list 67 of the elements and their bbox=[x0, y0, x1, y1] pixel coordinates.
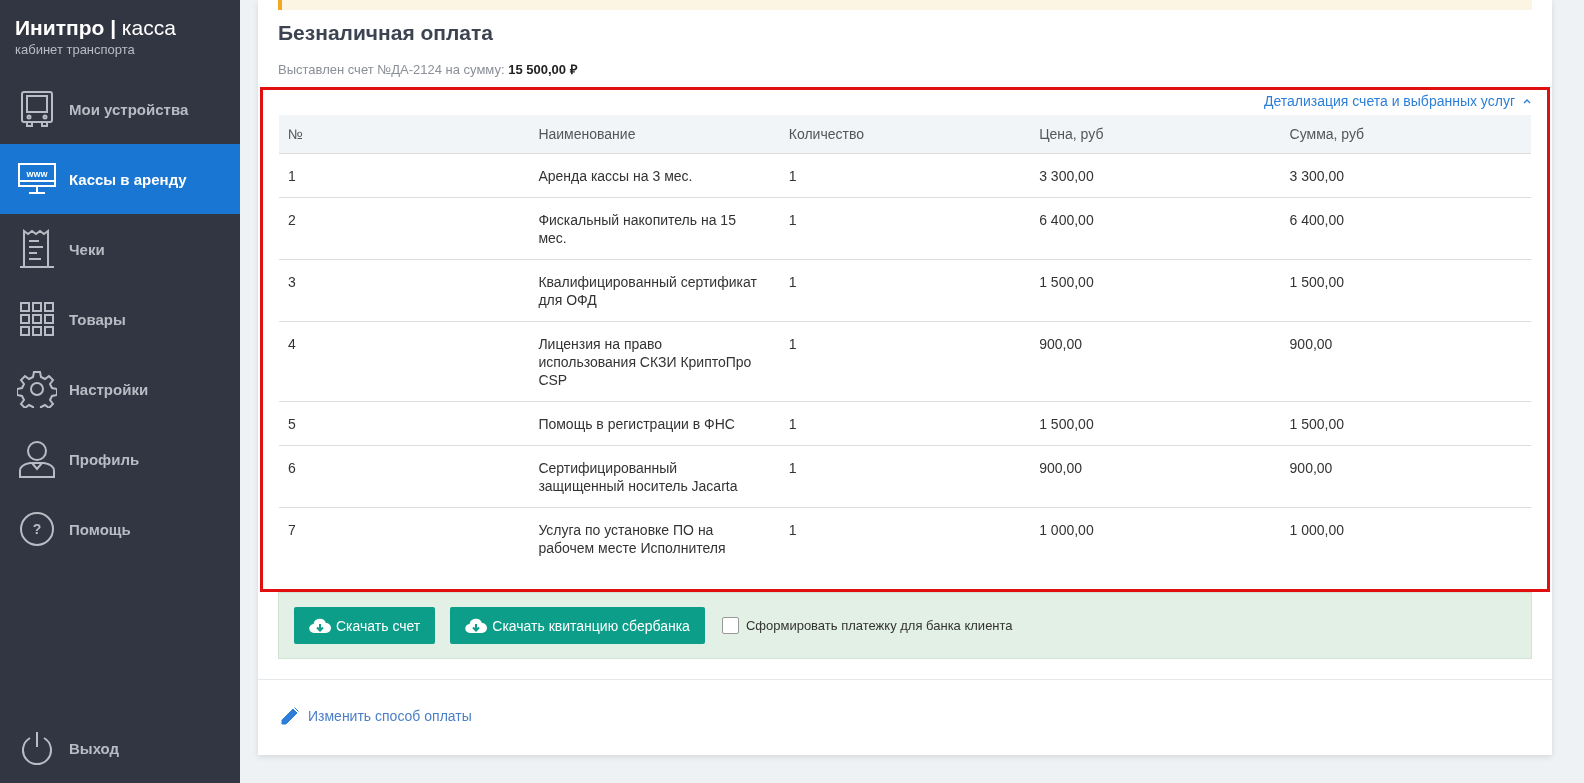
invoice-text: Выставлен счет №ДА-2124 на сумму: 15 500,00 ₽ bbox=[278, 61, 579, 78]
column-header: Сумма, руб bbox=[1280, 115, 1531, 154]
nav-item[interactable]: Товары bbox=[0, 284, 240, 354]
table-cell: Помощь в регистрации в ФНС bbox=[529, 401, 780, 446]
table-cell: 900,00 bbox=[1280, 321, 1531, 402]
table-cell: Сертифицированный защищенный носитель Jacarta bbox=[529, 445, 780, 508]
user-icon bbox=[17, 439, 57, 479]
table-cell: 3 bbox=[279, 259, 530, 322]
table-cell: 1 500,00 bbox=[1280, 259, 1531, 322]
column-header: Количество bbox=[779, 115, 1031, 154]
table-cell: 2 bbox=[279, 197, 530, 260]
column-header: Наименование bbox=[529, 115, 780, 154]
nav-item[interactable]: Настройки bbox=[0, 354, 240, 424]
table-cell: 6 400,00 bbox=[1280, 197, 1531, 260]
table-cell: 7 bbox=[279, 507, 530, 569]
nav-item[interactable]: www Кассы в аренду bbox=[0, 144, 240, 214]
table-cell: 4 bbox=[279, 321, 530, 402]
column-header: № bbox=[279, 115, 530, 154]
receipt-icon bbox=[17, 229, 57, 269]
table-cell: Квалифицированный сертификат для ОФД bbox=[529, 259, 780, 322]
nav-item[interactable]: Мои устройства bbox=[0, 74, 240, 144]
table-cell: 1 bbox=[779, 197, 1031, 260]
table-cell: 1 500,00 bbox=[1030, 259, 1281, 322]
table-cell: 900,00 bbox=[1280, 445, 1531, 508]
nav-item[interactable]: Чеки bbox=[0, 214, 240, 284]
cloud-download-icon bbox=[309, 617, 331, 634]
help-icon: ? bbox=[17, 511, 57, 547]
table-cell: 3 300,00 bbox=[1030, 153, 1281, 198]
nav-item[interactable]: ? Помощь bbox=[0, 494, 240, 564]
logo-subtitle: кабинет транспорта bbox=[15, 42, 136, 57]
table-cell: 1 bbox=[779, 445, 1031, 508]
column-header: Цена, руб bbox=[1030, 115, 1281, 154]
table-cell: Фискальный накопитель на 15 мес. bbox=[529, 197, 780, 260]
table-cell: 1 000,00 bbox=[1280, 507, 1531, 569]
download-button[interactable]: Скачать счет bbox=[294, 607, 436, 644]
table-cell: 1 bbox=[779, 401, 1031, 446]
checkbox-label: Сформировать платежку для банка клиента bbox=[745, 618, 1013, 633]
grid-icon bbox=[17, 301, 57, 337]
chevron-icon bbox=[1523, 98, 1531, 104]
table-cell: 1 bbox=[279, 153, 530, 198]
table-cell: 6 400,00 bbox=[1030, 197, 1281, 260]
table-cell: 900,00 bbox=[1030, 321, 1281, 402]
cloud-download-icon bbox=[465, 617, 488, 634]
table-cell: Услуга по установке ПО на рабочем месте Исполнителя bbox=[529, 507, 780, 569]
details-link[interactable]: Детализация счета и выбранных услуг bbox=[1263, 93, 1531, 109]
table-cell: 3 300,00 bbox=[1280, 153, 1531, 198]
table-cell: 1 500,00 bbox=[1030, 401, 1281, 446]
nav-item[interactable]: Профиль bbox=[0, 424, 240, 494]
download-button[interactable]: Скачать квитанцию сбербанка bbox=[450, 607, 705, 644]
logo-text: Инитпро | касса bbox=[15, 16, 177, 40]
table-cell: 1 bbox=[779, 259, 1031, 322]
change-payment-link[interactable]: Изменить способ оплаты bbox=[280, 706, 472, 726]
table-cell: 1 500,00 bbox=[1280, 401, 1531, 446]
table-cell: 6 bbox=[279, 445, 530, 508]
settings-icon bbox=[17, 370, 57, 408]
section-title: Безналичная оплата bbox=[278, 20, 494, 46]
logout-item[interactable]: Выход bbox=[0, 713, 240, 783]
table-cell: Аренда кассы на 3 мес. bbox=[529, 153, 780, 198]
table-cell: 1 bbox=[779, 507, 1031, 569]
checkbox[interactable] bbox=[721, 617, 739, 634]
table-cell: 1 bbox=[779, 153, 1031, 198]
table-cell: 5 bbox=[279, 401, 530, 446]
pencil-icon bbox=[280, 706, 300, 726]
table-cell: 900,00 bbox=[1030, 445, 1281, 508]
table-cell: Лицензия на право использования СКЗИ КриптоПро CSP bbox=[529, 321, 780, 402]
table-cell: 1 bbox=[779, 321, 1031, 402]
table-cell: 1 000,00 bbox=[1030, 507, 1281, 569]
